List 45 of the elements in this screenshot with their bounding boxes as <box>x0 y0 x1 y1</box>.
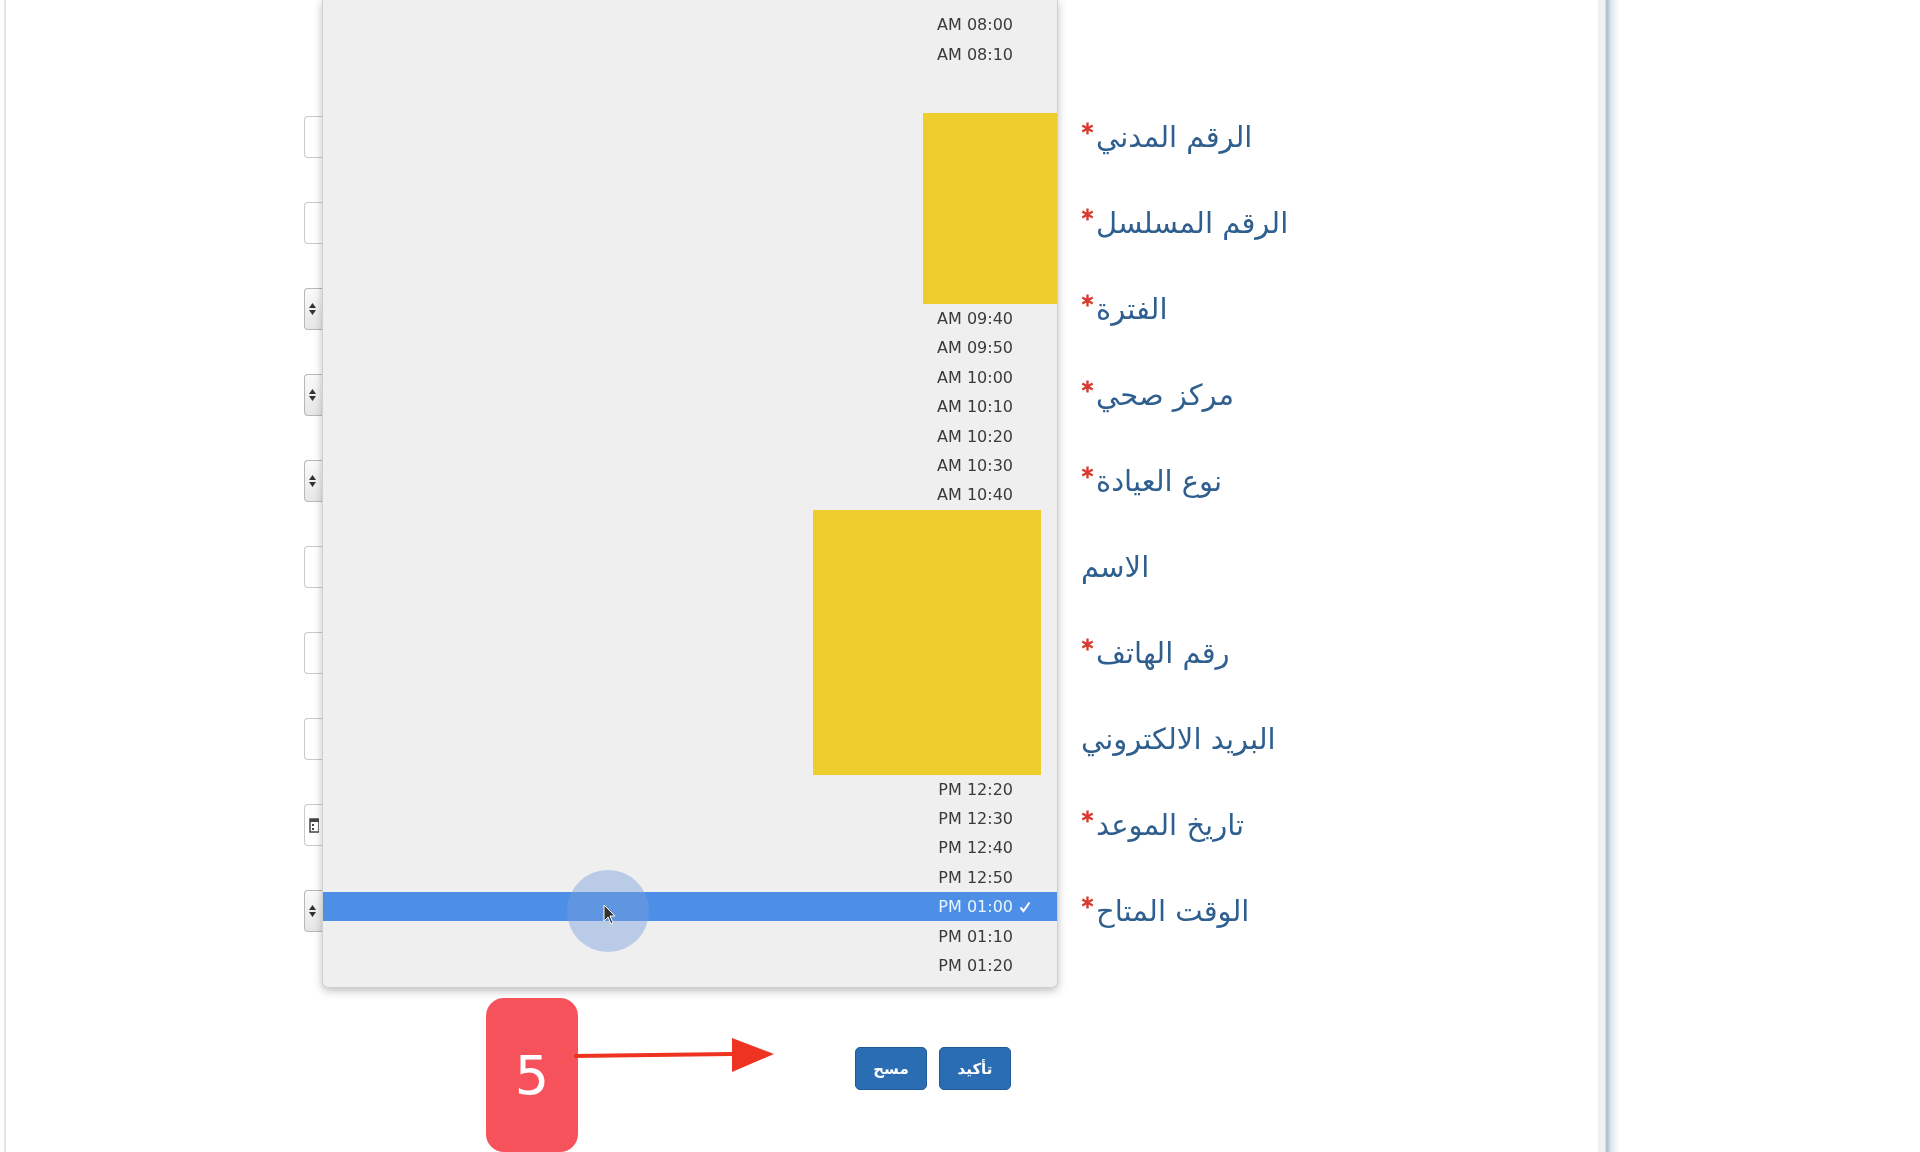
text-field[interactable] <box>304 718 322 760</box>
field-label: رقم الهاتف <box>1096 636 1230 670</box>
time-option[interactable]: PM 01:20 <box>323 950 1057 981</box>
time-option[interactable]: AM 10:10 <box>323 391 1057 422</box>
field-label: الوقت المتاح <box>1096 894 1250 928</box>
time-option[interactable]: AM 08:00 <box>323 10 1057 40</box>
check-icon <box>1019 900 1031 913</box>
select-field[interactable] <box>304 374 322 416</box>
select-field[interactable] <box>304 288 322 330</box>
calendar-icon <box>309 817 319 833</box>
text-field[interactable] <box>304 116 322 158</box>
field-label: نوع العيادة <box>1096 464 1223 498</box>
time-option[interactable]: PM 12:50 <box>323 862 1057 893</box>
select-arrows-icon <box>309 475 316 487</box>
field-label: تاريخ الموعد <box>1096 808 1245 842</box>
date-field[interactable] <box>304 804 322 846</box>
time-option[interactable]: AM 08:10 <box>323 39 1057 69</box>
time-option[interactable]: PM 12:40 <box>323 833 1057 863</box>
field-label: الرقم المدني <box>1096 120 1253 154</box>
text-field[interactable] <box>304 202 322 244</box>
time-option[interactable]: AM 09:40 <box>323 303 1057 334</box>
field-label: الاسم <box>1081 550 1150 584</box>
time-option[interactable]: PM 01:10 <box>323 921 1057 951</box>
form-button[interactable]: تأكيد <box>939 1047 1011 1090</box>
text-field[interactable] <box>304 546 322 588</box>
time-option[interactable]: AM 10:30 <box>323 450 1057 481</box>
select-field[interactable] <box>304 460 322 502</box>
select-arrows-icon <box>309 905 316 917</box>
cursor-icon <box>566 869 650 953</box>
form-button[interactable]: مسح <box>855 1047 927 1090</box>
time-option[interactable]: AM 10:40 <box>323 480 1057 510</box>
field-label: مركز صحي <box>1096 378 1235 412</box>
field-label: البريد الالكتروني <box>1081 722 1276 756</box>
select-field[interactable] <box>304 890 322 932</box>
time-option[interactable]: PM 12:20 <box>323 774 1057 804</box>
text-field[interactable] <box>304 632 322 674</box>
field-label: الرقم المسلسل <box>1096 206 1289 240</box>
time-option[interactable]: AM 09:50 <box>323 333 1057 363</box>
step-badge: 5 <box>486 998 578 1152</box>
time-option[interactable]: AM 10:20 <box>323 421 1057 451</box>
select-arrows-icon <box>309 303 316 315</box>
time-option[interactable]: AM 10:00 <box>323 362 1057 392</box>
field-label: الفترة <box>1096 292 1168 326</box>
select-arrows-icon <box>309 389 316 401</box>
time-option[interactable]: PM 12:30 <box>323 803 1057 834</box>
